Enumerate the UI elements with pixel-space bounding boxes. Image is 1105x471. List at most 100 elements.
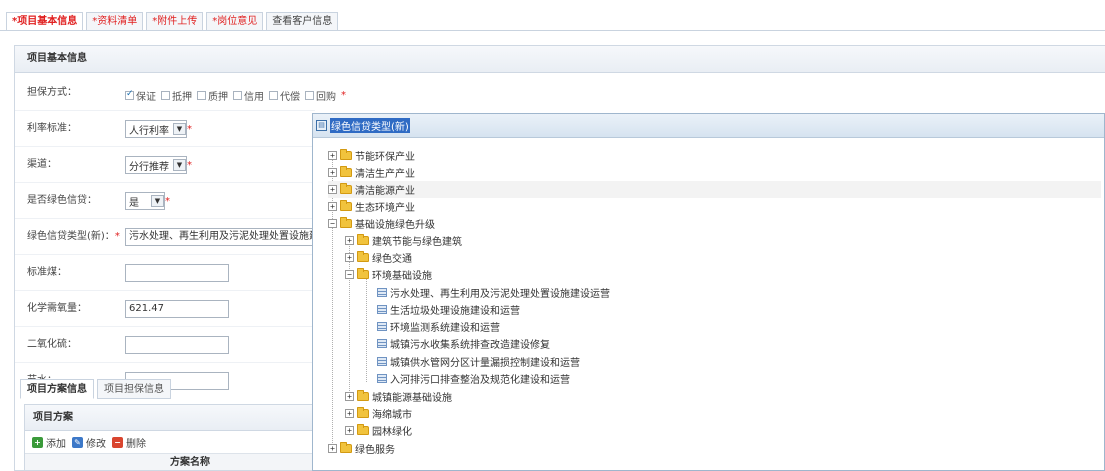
document-icon xyxy=(377,374,387,383)
delete-label: 删除 xyxy=(126,438,146,450)
guarantee-checkbox-2[interactable] xyxy=(161,91,170,100)
tree-label: 生态环境产业 xyxy=(355,203,415,214)
tree-label: 生活垃圾处理设施建设和运营 xyxy=(390,306,520,317)
rate-control: 人行利率 ▼ * xyxy=(125,120,192,138)
chevron-down-icon: ▼ xyxy=(151,195,164,207)
tab-document-list[interactable]: *资料清单 xyxy=(86,12,144,31)
tree-leaf[interactable]: 生活垃圾处理设施建设和运营 xyxy=(377,301,520,318)
green-type-label: 绿色信贷类型(新)：* xyxy=(27,219,120,255)
expand-icon[interactable]: + xyxy=(328,168,337,177)
document-icon xyxy=(377,288,387,297)
expand-icon[interactable]: + xyxy=(328,151,337,160)
tab-label: 查看客户信息 xyxy=(272,16,333,27)
green-type-field[interactable]: 污水处理、再生利用及污泥处理处置设施建 xyxy=(125,228,313,246)
std-coal-row: 标准煤： xyxy=(15,255,315,291)
document-icon xyxy=(377,339,387,348)
tree-node[interactable]: − 基础设施绿色升级 xyxy=(328,215,435,232)
tree-node[interactable]: + 海绵城市 xyxy=(345,405,412,422)
so2-input[interactable] xyxy=(125,336,229,354)
std-coal-input[interactable] xyxy=(125,264,229,282)
required-mark: * xyxy=(187,123,192,135)
tree-guide xyxy=(366,278,367,382)
channel-select[interactable]: 分行推荐 ▼ xyxy=(125,156,187,174)
tab-label: 资料清单 xyxy=(97,16,138,27)
tab-basic-info[interactable]: *项目基本信息 xyxy=(6,12,84,31)
guarantee-checkbox-1[interactable] xyxy=(125,89,134,100)
tree-node[interactable]: + 绿色交通 xyxy=(345,249,412,266)
tree-label: 城镇能源基础设施 xyxy=(372,393,452,404)
required-mark: * xyxy=(114,231,120,242)
green-type-row: 绿色信贷类型(新)：* 污水处理、再生利用及污泥处理处置设施建 🔍 xyxy=(15,219,328,255)
expand-icon[interactable]: + xyxy=(345,426,354,435)
so2-row: 二氧化硫： xyxy=(15,327,315,363)
cod-input[interactable]: 621.47 xyxy=(125,300,229,318)
tree-node[interactable]: + 城镇能源基础设施 xyxy=(345,388,452,405)
expand-icon[interactable]: + xyxy=(345,236,354,245)
tree-leaf[interactable]: 污水处理、再生利用及污泥处理处置设施建设运营 xyxy=(377,284,610,301)
tab-label: 岗位意见 xyxy=(217,16,258,27)
rate-label: 利率标准： xyxy=(27,123,77,134)
add-button[interactable]: + 添加 xyxy=(32,435,66,450)
checkbox-label: 代偿 xyxy=(280,92,300,103)
tab-customer-info[interactable]: 查看客户信息 xyxy=(266,12,339,31)
folder-open-icon xyxy=(357,268,369,279)
expand-icon[interactable]: + xyxy=(328,202,337,211)
plan-title: 项目方案 xyxy=(25,405,315,431)
checkbox-label: 质押 xyxy=(208,92,228,103)
tab-label: 附件上传 xyxy=(157,16,198,27)
folder-icon xyxy=(357,424,369,435)
tree-node[interactable]: + 园林绿化 xyxy=(345,422,412,439)
folder-icon xyxy=(357,407,369,418)
tree-node[interactable]: + 清洁能源产业 xyxy=(328,181,1101,198)
expand-icon[interactable]: + xyxy=(345,392,354,401)
delete-button[interactable]: − 删除 xyxy=(112,435,146,450)
expand-icon[interactable]: + xyxy=(328,444,337,453)
guarantee-checkbox-5[interactable] xyxy=(269,91,278,100)
chevron-down-icon: ▼ xyxy=(173,123,186,135)
tree-leaf[interactable]: 入河排污口排查整治及规范化建设和运营 xyxy=(377,370,570,387)
expand-icon[interactable]: + xyxy=(345,253,354,262)
tab-guarantee-info[interactable]: 项目担保信息 xyxy=(97,379,171,399)
rate-select[interactable]: 人行利率 ▼ xyxy=(125,120,187,138)
required-mark: * xyxy=(165,195,170,207)
expand-icon[interactable]: + xyxy=(345,409,354,418)
tab-attachment-upload[interactable]: *附件上传 xyxy=(146,12,204,31)
guarantee-checkbox-6[interactable] xyxy=(305,91,314,100)
folder-icon xyxy=(357,251,369,262)
document-icon xyxy=(377,357,387,366)
tab-label: 项目基本信息 xyxy=(17,16,78,27)
tree-label: 绿色交通 xyxy=(372,254,412,265)
edit-button[interactable]: ✎ 修改 xyxy=(72,435,106,450)
tree-label: 环境基础设施 xyxy=(372,271,432,282)
cod-label: 化学需氧量： xyxy=(27,303,87,314)
tree-node[interactable]: + 建筑节能与绿色建筑 xyxy=(345,232,462,249)
green-type-popup: ▤ 绿色信贷类型(新) + 节能环保产业 + 清洁生产产业 + 清洁能源产业 + 生态环… xyxy=(312,113,1105,471)
tree-label: 绿色服务 xyxy=(355,445,395,456)
collapse-icon[interactable]: − xyxy=(345,270,354,279)
tree-label: 节能环保产业 xyxy=(355,152,415,163)
collapse-icon[interactable]: − xyxy=(328,219,337,228)
tab-plan-info[interactable]: 项目方案信息 xyxy=(20,379,94,399)
channel-control: 分行推荐 ▼ * xyxy=(125,156,192,174)
green-loan-control: 是 ▼ * xyxy=(125,192,170,210)
tree-node[interactable]: + 清洁生产产业 xyxy=(328,164,415,181)
guarantee-checkbox-4[interactable] xyxy=(233,91,242,100)
tree-node[interactable]: + 节能环保产业 xyxy=(328,147,415,164)
green-type-label-text: 绿色信贷类型(新)： xyxy=(27,231,115,242)
tree-leaf[interactable]: 环境监测系统建设和运营 xyxy=(377,318,500,335)
tree-node[interactable]: + 绿色服务 xyxy=(328,440,395,457)
folder-icon xyxy=(357,234,369,245)
tree-node[interactable]: − 环境基础设施 xyxy=(345,266,432,283)
guarantee-checkbox-3[interactable] xyxy=(197,91,206,100)
tab-position-opinion[interactable]: *岗位意见 xyxy=(206,12,264,31)
tree-node[interactable]: + 生态环境产业 xyxy=(328,198,415,215)
cod-row: 化学需氧量： 621.47 xyxy=(15,291,315,327)
green-loan-select[interactable]: 是 ▼ xyxy=(125,192,165,210)
folder-icon xyxy=(340,166,352,177)
tree-leaf[interactable]: 城镇供水管网分区计量漏损控制建设和运营 xyxy=(377,353,580,370)
window-icon: ▤ xyxy=(316,120,327,131)
document-icon xyxy=(377,322,387,331)
tree-leaf[interactable]: 城镇污水收集系统排查改造建设修复 xyxy=(377,335,550,352)
required-mark: * xyxy=(341,90,346,101)
expand-icon[interactable]: + xyxy=(328,185,337,194)
